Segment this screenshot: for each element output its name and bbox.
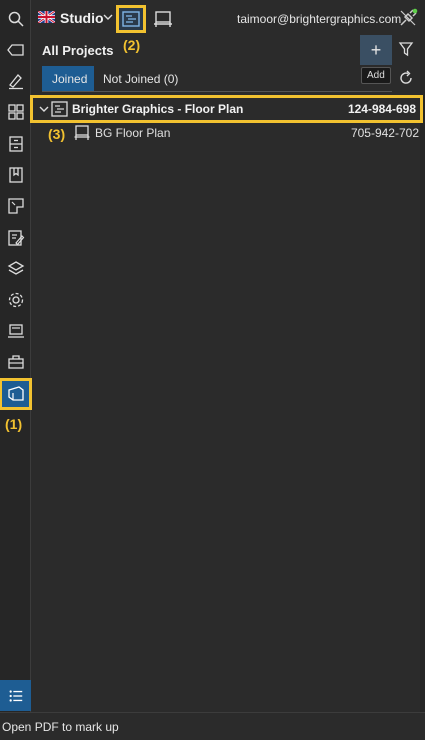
uk-flag-icon[interactable] [38,11,55,23]
layers-icon[interactable] [3,256,29,282]
thumbnails-icon[interactable] [3,99,29,125]
markup-pen-icon[interactable] [3,68,29,94]
projects-view-icon[interactable] [116,5,146,33]
toolbox-icon[interactable] [3,349,29,375]
studio-icon[interactable] [0,378,32,410]
session-document-icon [74,125,90,140]
status-message: Open PDF to mark up [2,719,119,734]
tab-joined[interactable]: Joined [42,66,94,92]
tab-not-joined[interactable]: Not Joined (0) [93,66,188,92]
studio-label[interactable]: Studio [60,10,104,26]
sessions-view-icon[interactable] [149,6,177,32]
left-toolbar: (1) [0,0,32,712]
measure-icon[interactable] [3,193,29,219]
project-name[interactable]: Brighter Graphics - Floor Plan [72,102,243,116]
tag-icon[interactable] [3,37,29,63]
add-project-button[interactable]: + [360,35,392,65]
bookmark-icon[interactable] [3,162,29,188]
connection-plug-icon[interactable] [398,8,418,28]
document-name[interactable]: BG Floor Plan [95,126,170,140]
document-id: 705-942-702 [350,126,419,140]
project-id: 124-984-698 [347,102,416,116]
tab-divider [42,91,392,92]
expand-chevron-icon[interactable] [39,104,49,114]
refresh-icon[interactable] [398,70,414,86]
project-row[interactable]: Brighter Graphics - Floor Plan 124-984-6… [30,95,423,123]
document-row[interactable]: BG Floor Plan 705-942-702 [31,122,422,144]
list-view-icon[interactable] [0,680,31,711]
edit-document-icon[interactable] [3,225,29,251]
filter-icon[interactable] [398,41,414,57]
settings-gear-icon[interactable] [3,287,29,313]
account-email[interactable]: taimoor@brightergraphics.com [237,12,401,26]
add-tooltip: Add [361,67,391,84]
panel-title: All Projects [42,43,114,58]
status-bar: Open PDF to mark up [0,712,425,740]
callout-two: (2) [123,37,141,53]
chevron-down-icon[interactable] [103,12,113,22]
search-icon[interactable] [3,6,29,32]
studio-header: Studio (2) taimoor@brightergraphics.com [31,0,425,53]
project-icon [51,101,68,117]
file-cabinet-icon[interactable] [3,131,29,157]
scanner-icon[interactable] [3,318,29,344]
callout-one: (1) [5,416,23,432]
